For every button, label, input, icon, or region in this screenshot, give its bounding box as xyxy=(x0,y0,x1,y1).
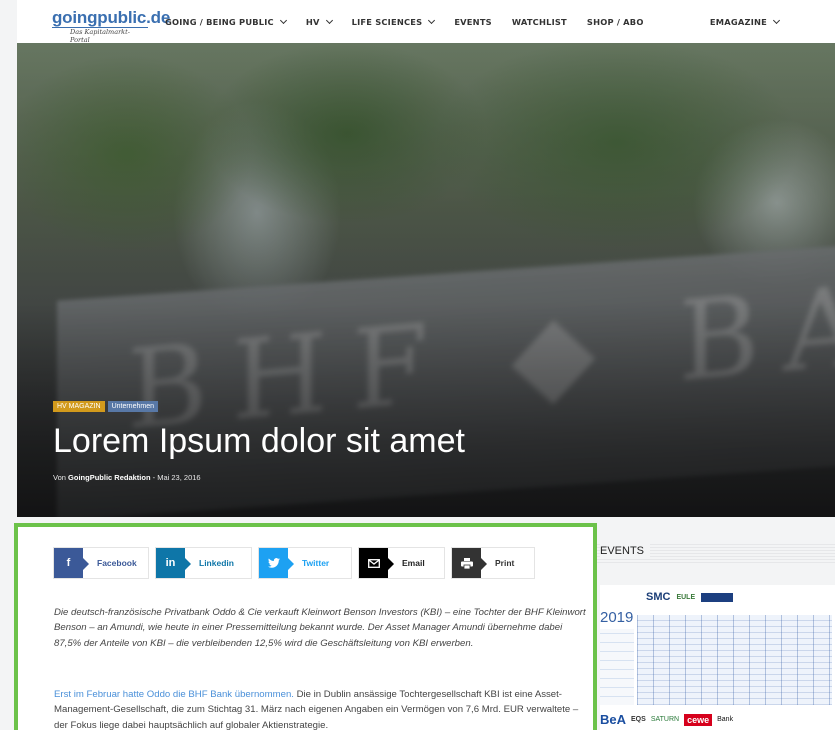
nav-label: EMAGAZINE xyxy=(709,16,767,27)
nav-label: HV xyxy=(305,16,320,27)
share-linkedin-button[interactable]: in Linkedin xyxy=(155,547,252,579)
tag-hv-magazin[interactable]: HV MAGAZIN xyxy=(53,401,105,412)
chevron-down-icon xyxy=(325,16,333,24)
share-label: Email xyxy=(402,558,425,568)
byline: Von GoingPublic Redaktion - Mai 23, 2016 xyxy=(53,473,201,482)
page: goingpublic.de Das Kapitalmarkt-Portal G… xyxy=(0,0,835,730)
share-facebook-button[interactable]: f Facebook xyxy=(53,547,149,579)
nav-label: GOING / BEING PUBLIC xyxy=(165,16,274,27)
nav-item-shop-abo[interactable]: SHOP / ABO xyxy=(587,17,644,27)
share-bar: f Facebook in Linkedin Twitter Email Pri… xyxy=(53,547,535,579)
envelope-icon xyxy=(359,548,394,578)
share-label: Print xyxy=(495,558,515,568)
print-button[interactable]: Print xyxy=(451,547,535,579)
printer-icon xyxy=(452,548,487,578)
events-heading: EVENTS xyxy=(600,543,651,557)
category-tags: HV MAGAZIN Unternehmen xyxy=(53,401,158,412)
nav-item-emagazine[interactable]: EMAGAZINE xyxy=(709,16,781,27)
cewe-logo: cewe xyxy=(684,713,713,726)
inline-article-link[interactable]: Erst im Februar hatte Oddo die BHF Bank … xyxy=(54,689,294,700)
nav-item-hv[interactable]: HV xyxy=(305,16,333,27)
bea-logo: BeA xyxy=(600,712,627,727)
nav-item-watchlist[interactable]: WATCHLIST xyxy=(512,17,567,27)
chevron-down-icon xyxy=(772,16,781,24)
sponsor-logo xyxy=(701,592,734,602)
logo-text: goingpublic.de xyxy=(52,8,171,27)
eule-logo: EULE xyxy=(676,593,696,601)
bank-logo: Bank xyxy=(717,716,734,723)
byline-prefix: Von xyxy=(53,473,66,482)
share-label: Twitter xyxy=(302,558,330,568)
nav-item-going-being-public[interactable]: GOING / BEING PUBLIC xyxy=(165,16,287,27)
calendar-sidebar-column xyxy=(600,629,634,705)
events-calendar-banner[interactable]: SMC EULE 2019 BeA EQS SATURN cewe Bank xyxy=(600,585,835,730)
sponsor-logos-row: BeA EQS SATURN cewe Bank xyxy=(600,709,835,730)
smc-logo: SMC xyxy=(646,591,671,603)
share-twitter-button[interactable]: Twitter xyxy=(258,547,352,579)
article-content: f Facebook in Linkedin Twitter Email Pri… xyxy=(14,523,597,730)
calendar-year: 2019 xyxy=(600,609,634,626)
site-logo[interactable]: goingpublic.de Das Kapitalmarkt-Portal xyxy=(52,8,170,44)
eqs-logo: EQS xyxy=(631,716,646,723)
share-email-button[interactable]: Email xyxy=(358,547,445,579)
facebook-icon: f xyxy=(54,548,89,578)
calendar-header: SMC EULE xyxy=(600,585,835,609)
share-label: Facebook xyxy=(97,558,137,568)
twitter-icon xyxy=(259,548,294,578)
article-title: Lorem Ipsum dolor sit amet xyxy=(53,422,465,460)
main-nav: GOING / BEING PUBLIC HV LIFE SCIENCES EV… xyxy=(165,0,664,43)
hero-image: BHF ◆ BANK HV MAGAZIN Unternehmen Lorem … xyxy=(17,43,835,517)
nav-item-life-sciences[interactable]: LIFE SCIENCES xyxy=(351,16,436,27)
share-label: Linkedin xyxy=(199,558,234,568)
nav-label: LIFE SCIENCES xyxy=(351,16,423,27)
tag-unternehmen[interactable]: Unternehmen xyxy=(107,401,158,412)
chevron-down-icon xyxy=(428,16,436,24)
linkedin-icon: in xyxy=(156,548,191,578)
nav-emagazine-container: EMAGAZINE xyxy=(710,0,799,43)
chevron-down-icon xyxy=(279,16,287,24)
nav-label: WATCHLIST xyxy=(511,16,567,27)
article-intro: Die deutsch-französische Privatbank Oddo… xyxy=(54,607,586,649)
top-navigation-bar: goingpublic.de Das Kapitalmarkt-Portal G… xyxy=(17,0,835,44)
publish-date: - Mai 23, 2016 xyxy=(152,473,201,482)
calendar-grid xyxy=(637,615,832,705)
nav-label: EVENTS xyxy=(454,16,492,27)
author-link[interactable]: GoingPublic Redaktion xyxy=(68,473,151,482)
saturn-logo: SATURN xyxy=(650,716,680,723)
nav-item-events[interactable]: EVENTS xyxy=(454,17,492,27)
nav-label: SHOP / ABO xyxy=(586,16,644,27)
logo-tagline: Das Kapitalmarkt-Portal xyxy=(52,27,148,44)
article-paragraph: Erst im Februar hatte Oddo die BHF Bank … xyxy=(54,687,594,730)
